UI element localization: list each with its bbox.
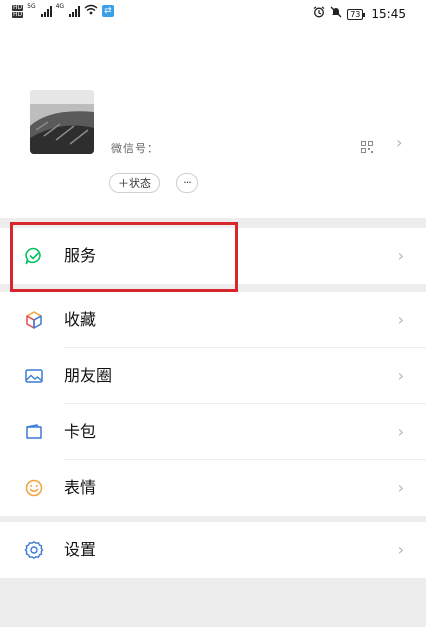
chevron-right-icon: › [397,310,404,329]
card-wallet-icon [24,422,44,442]
more-button[interactable]: ··· [176,173,198,193]
hd-badge-1: HD [12,3,24,11]
clock: 15:45 [371,7,406,21]
menu-item-moments[interactable]: 朋友圈 › [0,348,426,404]
add-status-button[interactable]: ＋状态 [109,173,160,193]
chevron-right-icon: › [397,246,404,265]
moments-label: 朋友圈 [64,366,113,385]
mute-bell-icon [330,6,342,22]
hd-indicator: HD HD [12,3,24,18]
chevron-right-icon: › [396,133,403,152]
settings-label: 设置 [64,540,97,559]
chevron-right-icon: › [397,422,404,441]
favorites-label: 收藏 [64,310,97,329]
wechat-id-label: 微信号： [111,142,159,155]
hotspot-icon: ⇄ [102,5,114,17]
profile-card[interactable]: 微信号： › ＋状态 ··· [0,28,426,218]
menu-item-settings[interactable]: 设置 › [0,522,426,578]
menu-item-stickers[interactable]: 表情 › [0,460,426,516]
network-label-2: 4G [55,3,65,10]
service-icon [24,246,44,266]
status-bar-right: 73 15:45 [313,6,406,22]
chevron-right-icon: › [397,366,404,385]
wechat-me-screen: HD HD 5G 4G ⇄ 73 15:45 微信号： › ＋状态 ··· 服务… [0,0,426,627]
menu-group-service: 服务 › [0,228,426,284]
network-label-1: 5G [27,3,36,10]
favorites-cube-icon [24,310,44,330]
signal-icon [40,5,52,17]
avatar[interactable] [30,90,94,154]
signal-icon-2 [69,5,81,17]
menu-item-favorites[interactable]: 收藏 › [0,292,426,348]
menu-item-cards[interactable]: 卡包 › [0,404,426,460]
stickers-label: 表情 [64,478,97,497]
battery-icon: 73 [347,8,366,20]
hd-badge-2: HD [12,10,24,18]
service-label: 服务 [64,246,97,265]
chevron-right-icon: › [397,478,404,497]
menu-item-service[interactable]: 服务 › [0,228,426,284]
status-bar: HD HD 5G 4G ⇄ 73 15:45 [0,0,426,28]
moments-image-icon [24,366,44,386]
cards-label: 卡包 [64,422,97,441]
menu-group-settings: 设置 › [0,522,426,578]
menu-group-main: 收藏 › 朋友圈 › 卡包 › 表情 › [0,292,426,516]
qr-code-icon[interactable] [361,138,373,153]
status-bar-left: HD HD 5G 4G ⇄ [12,4,114,18]
chevron-right-icon: › [397,540,404,559]
smiley-icon [24,478,44,498]
wifi-icon [84,4,98,18]
nickname-redacted [98,100,208,118]
gear-icon [24,540,44,560]
alarm-icon [313,6,325,22]
